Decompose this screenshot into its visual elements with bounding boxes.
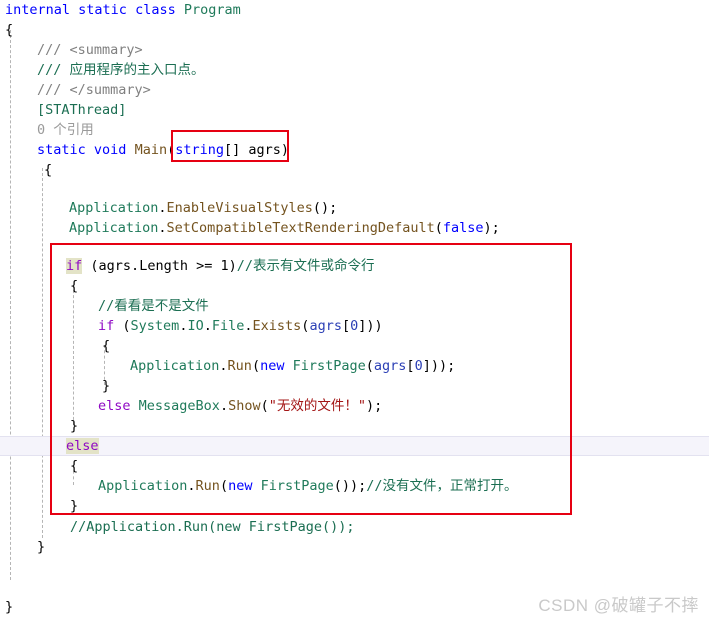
token-keyword-if: if xyxy=(98,318,115,334)
token-keyword: internal xyxy=(5,2,71,18)
token-comment-nofile: //没有文件，正常打开。 xyxy=(366,478,518,494)
csdn-watermark: CSDN @破罐子不摔 xyxy=(538,596,699,615)
token-brace: } xyxy=(70,418,79,434)
token-ns-system: System xyxy=(130,318,180,334)
code-line[interactable]: } xyxy=(0,376,110,396)
code-line[interactable]: } xyxy=(0,537,45,557)
code-line[interactable]: Application.EnableVisualStyles(); xyxy=(0,198,337,218)
token-keyword: class xyxy=(135,2,176,18)
token-comment-isfile: //看看是不是文件 xyxy=(98,298,209,314)
token-brace: } xyxy=(102,378,111,394)
code-line[interactable]: { xyxy=(0,160,52,180)
token-keyword: void xyxy=(93,142,127,158)
token-ident-agrs: agrs xyxy=(373,358,407,374)
token-param-agrs: agrs xyxy=(248,142,281,158)
token-keyword-false: false xyxy=(442,220,484,236)
code-line[interactable]: { xyxy=(0,276,78,296)
token-method-run: Run xyxy=(227,358,252,374)
code-line[interactable]: { xyxy=(0,336,110,356)
token-keyword-string: string xyxy=(175,142,225,158)
token-string-invalid-file: "无效的文件！" xyxy=(268,398,366,414)
code-line[interactable]: } xyxy=(0,496,78,516)
code-line-else-outer[interactable]: else xyxy=(0,436,99,456)
token-ident-agrs: agrs xyxy=(98,258,132,274)
token-attribute-stathread: [STAThread] xyxy=(37,102,127,118)
token-method-main: Main xyxy=(134,142,168,158)
code-line[interactable]: { xyxy=(0,20,13,40)
code-line[interactable]: Application.Run(new FirstPage(agrs[0])); xyxy=(0,356,455,376)
token-keyword-else: else xyxy=(98,398,131,414)
code-line[interactable]: Application.SetCompatibleTextRenderingDe… xyxy=(0,218,500,238)
token-class-firstpage: FirstPage xyxy=(260,478,334,494)
token-class-messagebox: MessageBox xyxy=(138,398,220,414)
token-keyword-else: else xyxy=(66,438,99,454)
code-editor[interactable]: internal static class Program { /// <sum… xyxy=(0,0,709,624)
token-class-firstpage: FirstPage xyxy=(292,358,366,374)
token-brace: } xyxy=(70,498,79,514)
token-keyword: static xyxy=(37,142,86,158)
token-brace: { xyxy=(5,22,14,38)
token-method-exists: Exists xyxy=(252,318,302,334)
token-method-run: Run xyxy=(195,478,220,494)
code-line[interactable]: /// <summary> xyxy=(0,40,143,60)
token-prop-length: Length xyxy=(139,258,188,274)
token-comment-commented-run: //Application.Run(new FirstPage()); xyxy=(70,519,355,535)
token-keyword-new: new xyxy=(228,478,253,494)
code-line-else-inner[interactable]: else MessageBox.Show("无效的文件！"); xyxy=(0,396,382,416)
token-ns-io: IO xyxy=(187,318,204,334)
codelens-references[interactable]: 0 个引用 xyxy=(0,120,94,140)
token-keyword-if: if xyxy=(66,258,83,274)
code-line[interactable]: { xyxy=(0,456,78,476)
current-line-highlight xyxy=(0,436,709,456)
code-line-if-inner[interactable]: if (System.IO.File.Exists(agrs[0])) xyxy=(0,316,383,336)
token-brace: } xyxy=(5,599,14,615)
code-line[interactable]: /// 应用程序的主入口点。 xyxy=(0,60,205,80)
token-brace: { xyxy=(70,278,79,294)
token-class-application: Application xyxy=(69,220,159,236)
token-class-application: Application xyxy=(98,478,188,494)
token-method-show: Show xyxy=(228,398,261,414)
token-type-program: Program xyxy=(183,2,241,18)
code-line-if-outer[interactable]: if (agrs.Length >= 1)//表示有文件或命令行 xyxy=(0,256,375,276)
code-line[interactable]: internal static class Program xyxy=(0,0,241,20)
code-line[interactable]: Application.Run(new FirstPage());//没有文件，… xyxy=(0,476,518,496)
code-line[interactable]: /// </summary> xyxy=(0,80,151,100)
token-doc-comment: /// <summary> xyxy=(37,42,143,58)
token-class-file: File xyxy=(211,318,245,334)
token-keyword: static xyxy=(78,2,127,18)
token-brace: { xyxy=(70,458,79,474)
token-doc-comment: /// </summary> xyxy=(37,82,151,98)
token-comment-cmdline: //表示有文件或命令行 xyxy=(236,258,375,274)
token-brace: { xyxy=(102,338,111,354)
code-line[interactable]: } xyxy=(0,597,13,617)
code-line-commented-run[interactable]: //Application.Run(new FirstPage()); xyxy=(0,517,354,537)
token-class-application: Application xyxy=(69,200,159,216)
token-doc-comment-text: /// 应用程序的主入口点。 xyxy=(37,62,205,78)
token-method-setcompatible: SetCompatibleTextRenderingDefault xyxy=(166,220,435,236)
token-method-enablevisualstyles: EnableVisualStyles xyxy=(166,200,313,216)
code-line-main-signature[interactable]: static void Main(string[] agrs) xyxy=(0,140,289,160)
annotation-box-if-else-block xyxy=(50,243,572,515)
code-line[interactable]: [STAThread] xyxy=(0,100,126,120)
token-ident-agrs: agrs xyxy=(309,318,342,334)
codelens-label: 0 个引用 xyxy=(37,122,94,138)
token-brace: } xyxy=(37,539,46,555)
code-line[interactable]: //看看是不是文件 xyxy=(0,296,209,316)
token-brace: { xyxy=(44,162,53,178)
code-line[interactable]: } xyxy=(0,416,78,436)
token-keyword-new: new xyxy=(260,358,285,374)
token-class-application: Application xyxy=(130,358,220,374)
